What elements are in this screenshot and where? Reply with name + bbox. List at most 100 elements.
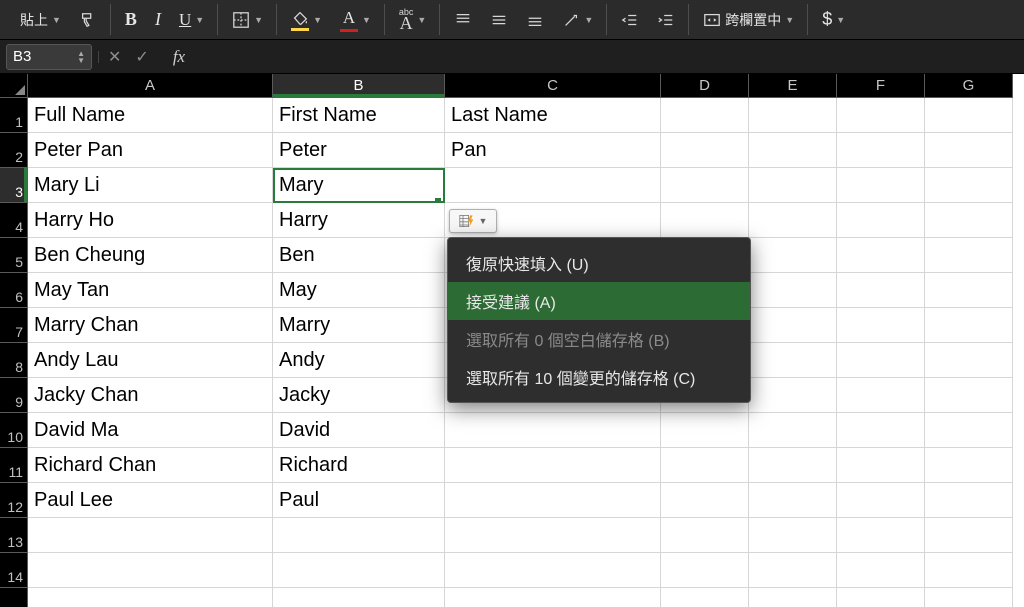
cell-F6[interactable]	[837, 273, 925, 308]
cell-D3[interactable]	[661, 168, 749, 203]
cell-D13[interactable]	[661, 518, 749, 553]
row-header-7[interactable]: 7	[0, 308, 28, 343]
cell-B11[interactable]: Richard	[273, 448, 445, 483]
cell-F2[interactable]	[837, 133, 925, 168]
cell-A5[interactable]: Ben Cheung	[28, 238, 273, 273]
column-header-E[interactable]: E	[749, 74, 837, 98]
cell-C3[interactable]	[445, 168, 661, 203]
cell-F9[interactable]	[837, 378, 925, 413]
row-header-10[interactable]: 10	[0, 413, 28, 448]
cancel-formula-button[interactable]: ✕	[108, 47, 121, 67]
cell-D2[interactable]	[661, 133, 749, 168]
row-header-15[interactable]: 15	[0, 588, 28, 607]
cell-G6[interactable]	[925, 273, 1013, 308]
orientation-button[interactable]: ▼	[558, 9, 597, 31]
ctx-menu-item-1[interactable]: 接受建議 (A)	[448, 282, 750, 320]
cell-G13[interactable]	[925, 518, 1013, 553]
cell-E8[interactable]	[749, 343, 837, 378]
cell-F15[interactable]	[837, 588, 925, 607]
cell-A8[interactable]: Andy Lau	[28, 343, 273, 378]
paste-button[interactable]: 貼上 ▼	[16, 8, 65, 32]
row-header-6[interactable]: 6	[0, 273, 28, 308]
cell-B12[interactable]: Paul	[273, 483, 445, 518]
cell-G7[interactable]	[925, 308, 1013, 343]
cell-A7[interactable]: Marry Chan	[28, 308, 273, 343]
cell-B4[interactable]: Harry	[273, 203, 445, 238]
cell-D4[interactable]	[661, 203, 749, 238]
cell-D11[interactable]	[661, 448, 749, 483]
column-header-F[interactable]: F	[837, 74, 925, 98]
format-painter-button[interactable]	[75, 9, 101, 31]
cell-B15[interactable]	[273, 588, 445, 607]
name-box-stepper[interactable]: ▲▼	[77, 50, 85, 64]
cell-D14[interactable]	[661, 553, 749, 588]
cell-C2[interactable]: Pan	[445, 133, 661, 168]
cell-A13[interactable]	[28, 518, 273, 553]
cell-G4[interactable]	[925, 203, 1013, 238]
cell-A14[interactable]	[28, 553, 273, 588]
cell-G10[interactable]	[925, 413, 1013, 448]
cell-F13[interactable]	[837, 518, 925, 553]
cell-F12[interactable]	[837, 483, 925, 518]
cell-F8[interactable]	[837, 343, 925, 378]
cell-G1[interactable]	[925, 98, 1013, 133]
cell-A12[interactable]: Paul Lee	[28, 483, 273, 518]
merge-center-button[interactable]: 跨欄置中 ▼	[699, 8, 798, 32]
row-header-14[interactable]: 14	[0, 553, 28, 588]
cell-A6[interactable]: May Tan	[28, 273, 273, 308]
cell-G15[interactable]	[925, 588, 1013, 607]
column-header-G[interactable]: G	[925, 74, 1013, 98]
cell-D15[interactable]	[661, 588, 749, 607]
fill-color-button[interactable]: ▼	[287, 7, 326, 33]
cell-A2[interactable]: Peter Pan	[28, 133, 273, 168]
cell-E3[interactable]	[749, 168, 837, 203]
insert-function-button[interactable]: fx	[173, 47, 185, 67]
cell-B8[interactable]: Andy	[273, 343, 445, 378]
cell-A10[interactable]: David Ma	[28, 413, 273, 448]
align-top-button[interactable]	[450, 9, 476, 31]
cell-C14[interactable]	[445, 553, 661, 588]
cell-E14[interactable]	[749, 553, 837, 588]
row-header-11[interactable]: 11	[0, 448, 28, 483]
cell-B9[interactable]: Jacky	[273, 378, 445, 413]
increase-indent-button[interactable]	[653, 9, 679, 31]
phonetic-guide-button[interactable]: abc A ▼	[395, 7, 430, 32]
cell-F14[interactable]	[837, 553, 925, 588]
cell-E10[interactable]	[749, 413, 837, 448]
row-header-1[interactable]: 1	[0, 98, 28, 133]
cell-B14[interactable]	[273, 553, 445, 588]
name-box[interactable]: B3 ▲▼	[6, 44, 92, 70]
cell-E15[interactable]	[749, 588, 837, 607]
cell-B5[interactable]: Ben	[273, 238, 445, 273]
select-all-corner[interactable]	[0, 74, 28, 98]
currency-format-button[interactable]: $ ▼	[818, 7, 849, 32]
column-header-D[interactable]: D	[661, 74, 749, 98]
cell-C13[interactable]	[445, 518, 661, 553]
column-header-C[interactable]: C	[445, 74, 661, 98]
cell-A4[interactable]: Harry Ho	[28, 203, 273, 238]
row-header-4[interactable]: 4	[0, 203, 28, 238]
cell-C15[interactable]	[445, 588, 661, 607]
row-header-5[interactable]: 5	[0, 238, 28, 273]
flash-fill-smart-tag[interactable]: ▼	[449, 209, 497, 233]
row-header-3[interactable]: 3	[0, 168, 28, 203]
align-middle-button[interactable]	[486, 9, 512, 31]
cell-A15[interactable]	[28, 588, 273, 607]
cell-B13[interactable]	[273, 518, 445, 553]
cell-E4[interactable]	[749, 203, 837, 238]
italic-button[interactable]: I	[151, 7, 165, 32]
cell-E7[interactable]	[749, 308, 837, 343]
cell-G5[interactable]	[925, 238, 1013, 273]
row-header-13[interactable]: 13	[0, 518, 28, 553]
cell-E11[interactable]	[749, 448, 837, 483]
cell-C12[interactable]	[445, 483, 661, 518]
cell-E13[interactable]	[749, 518, 837, 553]
cell-B1[interactable]: First Name	[273, 98, 445, 133]
row-header-8[interactable]: 8	[0, 343, 28, 378]
cell-F3[interactable]	[837, 168, 925, 203]
decrease-indent-button[interactable]	[617, 9, 643, 31]
cell-E1[interactable]	[749, 98, 837, 133]
cell-F10[interactable]	[837, 413, 925, 448]
cell-B3[interactable]: Mary	[273, 168, 445, 203]
cell-E6[interactable]	[749, 273, 837, 308]
